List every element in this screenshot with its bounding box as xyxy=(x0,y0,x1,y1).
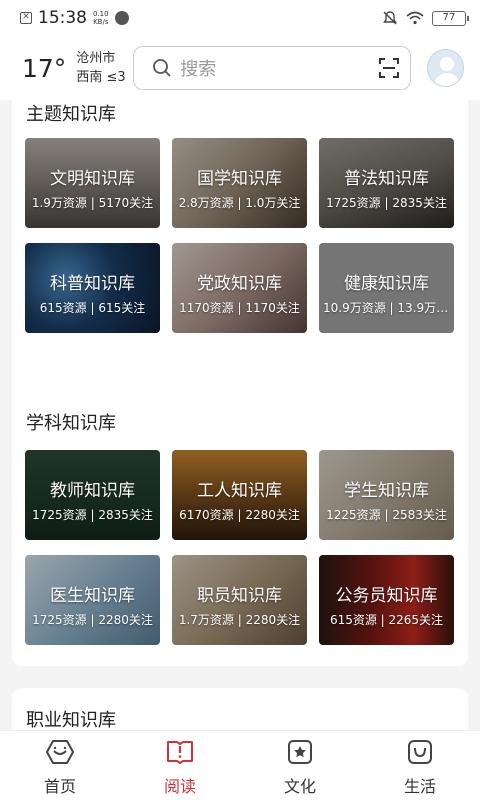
library-stats: 1725资源 | 2835关注 xyxy=(32,508,153,522)
tab-label: 阅读 xyxy=(163,777,196,796)
section-card-subjects: 学科知识库 教师知识库 1725资源 | 2835关注 工人知识库 6170资源 |… xyxy=(12,390,468,666)
search-icon xyxy=(153,59,171,77)
library-name: 国学知识库 xyxy=(197,169,282,189)
library-grid: 文明知识库 1.9万资源 | 5170关注 国学知识库 2.8万资源 | 1.0万关… xyxy=(25,138,455,333)
section-title: 学科知识库 xyxy=(26,413,116,434)
library-tile[interactable]: 普法知识库 1725资源 | 2835关注 xyxy=(319,138,454,228)
tab-label: 生活 xyxy=(403,777,436,796)
library-tile[interactable]: 健康知识库 10.9万资源 | 13.9万关注 xyxy=(319,243,454,333)
search-placeholder: 搜索 xyxy=(180,59,217,80)
library-name: 学生知识库 xyxy=(344,481,429,501)
app-circle-icon xyxy=(114,11,129,25)
tab-culture[interactable]: 文化 xyxy=(240,731,360,800)
status-bar: ✕ 15:38 0.10 KB/s 77 xyxy=(0,0,480,36)
close-box-icon: ✕ xyxy=(20,12,32,24)
library-name: 健康知识库 xyxy=(344,274,429,294)
library-name: 职员知识库 xyxy=(197,586,282,606)
scan-icon[interactable] xyxy=(378,57,400,79)
library-stats: 1725资源 | 2835关注 xyxy=(326,196,447,210)
library-name: 教师知识库 xyxy=(50,481,135,501)
weather-location[interactable]: 沧州市 西南 ≤3 xyxy=(76,49,133,87)
library-stats: 2.8万资源 | 1.0万关注 xyxy=(178,196,301,210)
library-stats: 615资源 | 2265关注 xyxy=(329,613,444,627)
tab-home[interactable]: 首页 xyxy=(0,731,120,800)
net-speed: 0.10 KB/s xyxy=(93,10,109,26)
library-name: 医生知识库 xyxy=(50,586,135,606)
library-stats: 1170资源 | 1170关注 xyxy=(179,301,300,315)
library-tile[interactable]: 文明知识库 1.9万资源 | 5170关注 xyxy=(25,138,160,228)
library-stats: 6170资源 | 2280关注 xyxy=(179,508,300,522)
wind-info: 西南 ≤3 xyxy=(76,70,126,85)
status-time: 15:38 xyxy=(38,8,87,28)
star-box-icon xyxy=(288,740,312,764)
tab-life[interactable]: 生活 xyxy=(360,731,480,800)
home-icon xyxy=(46,740,74,764)
library-tile[interactable]: 学生知识库 1225资源 | 2583关注 xyxy=(319,450,454,540)
library-tile[interactable]: 科普知识库 615资源 | 615关注 xyxy=(25,243,160,333)
library-name: 党政知识库 xyxy=(197,274,282,294)
city-name: 沧州市 xyxy=(76,51,116,66)
wifi-icon xyxy=(406,11,424,25)
section-title: 职业知识库 xyxy=(26,710,116,730)
net-speed-unit: KB/s xyxy=(93,18,109,26)
mute-bell-icon xyxy=(383,11,397,25)
library-stats: 1.7万资源 | 2280关注 xyxy=(178,613,301,627)
tab-read[interactable]: 阅读 xyxy=(120,731,240,800)
bottom-tab-bar: 首页 阅读 文化 生活 xyxy=(0,730,480,800)
library-name: 工人知识库 xyxy=(197,481,282,501)
library-tile[interactable]: 医生知识库 1725资源 | 2280关注 xyxy=(25,555,160,645)
search-box[interactable]: 搜索 xyxy=(133,46,411,90)
library-stats: 1.9万资源 | 5170关注 xyxy=(31,196,154,210)
library-stats: 1725资源 | 2280关注 xyxy=(32,613,153,627)
avatar[interactable] xyxy=(426,49,464,87)
library-stats: 10.9万资源 | 13.9万关注 xyxy=(323,301,450,315)
life-bag-icon xyxy=(408,740,432,764)
library-tile[interactable]: 工人知识库 6170资源 | 2280关注 xyxy=(172,450,307,540)
library-grid: 教师知识库 1725资源 | 2835关注 工人知识库 6170资源 | 2280关… xyxy=(25,450,455,645)
library-name: 普法知识库 xyxy=(344,169,429,189)
book-icon xyxy=(167,741,193,764)
library-tile[interactable]: 公务员知识库 615资源 | 2265关注 xyxy=(319,555,454,645)
section-card-careers: 职业知识库 xyxy=(12,688,468,730)
tab-label: 文化 xyxy=(283,777,316,796)
net-speed-value: 0.10 xyxy=(93,10,109,18)
library-tile[interactable]: 国学知识库 2.8万资源 | 1.0万关注 xyxy=(172,138,307,228)
top-header: 17° 沧州市 西南 ≤3 搜索 xyxy=(0,36,480,100)
library-stats: 1225资源 | 2583关注 xyxy=(326,508,447,522)
battery-icon: 77 xyxy=(432,10,469,26)
library-tile[interactable]: 教师知识库 1725资源 | 2835关注 xyxy=(25,450,160,540)
library-tile[interactable]: 党政知识库 1170资源 | 1170关注 xyxy=(172,243,307,333)
section-title: 主题知识库 xyxy=(26,104,116,125)
library-stats: 615资源 | 615关注 xyxy=(39,301,146,315)
library-name: 科普知识库 xyxy=(50,274,135,294)
library-name: 公务员知识库 xyxy=(335,586,438,606)
library-name: 文明知识库 xyxy=(50,169,135,189)
tab-label: 首页 xyxy=(43,777,76,796)
library-tile[interactable]: 职员知识库 1.7万资源 | 2280关注 xyxy=(172,555,307,645)
content-scroll[interactable]: 主题知识库 文明知识库 1.9万资源 | 5170关注 国学知识库 2.8万资源 |… xyxy=(0,100,480,730)
temperature: 17° xyxy=(22,53,67,83)
